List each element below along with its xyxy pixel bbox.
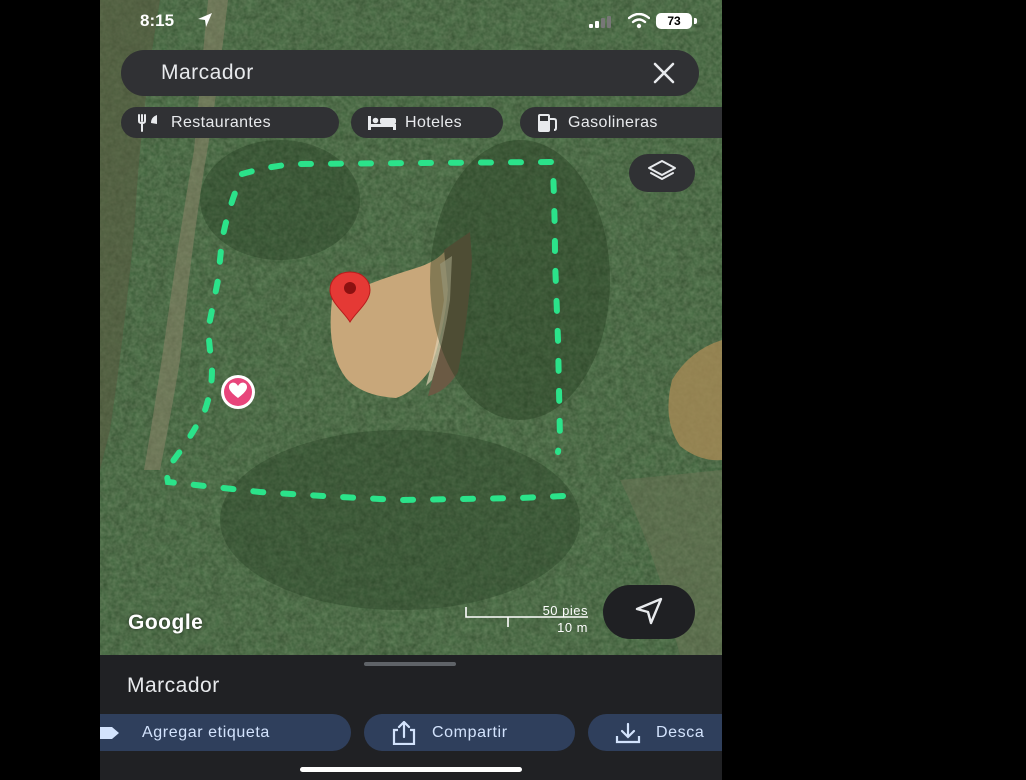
sheet-drag-handle[interactable] (364, 662, 456, 666)
fork-knife-icon (137, 113, 163, 132)
search-query[interactable]: Marcador (161, 61, 254, 85)
wifi-icon (627, 12, 651, 34)
chip-hotels[interactable]: Hoteles (351, 107, 503, 138)
bed-icon (367, 115, 397, 131)
scale-feet: 50 pies (542, 603, 588, 618)
download-button[interactable]: Desca (588, 714, 722, 751)
navigation-arrow-icon (633, 594, 665, 631)
phone-screen: 8:15 73 Marcador Restaurantes Hoteles Ga… (100, 0, 722, 780)
action-label: Desca (656, 723, 705, 741)
google-logo: Google (128, 611, 204, 634)
gas-station-icon (536, 113, 560, 133)
battery-level: 73 (656, 13, 692, 29)
heart-pin-icon[interactable] (221, 375, 255, 409)
chip-label: Restaurantes (171, 113, 271, 131)
bottom-sheet: Marcador Agregar etiqueta Compartir Desc… (100, 655, 722, 780)
chip-label: Gasolineras (568, 113, 658, 131)
status-time: 8:15 (140, 11, 175, 30)
cellular-signal-icon (589, 15, 615, 33)
layers-icon (647, 159, 677, 188)
chip-restaurants[interactable]: Restaurantes (121, 107, 339, 138)
satellite-map[interactable] (100, 0, 722, 655)
search-bar[interactable]: Marcador (121, 50, 699, 96)
action-label: Agregar etiqueta (142, 723, 270, 741)
action-label: Compartir (432, 723, 508, 741)
navigation-button[interactable] (603, 585, 695, 639)
sheet-title: Marcador (127, 674, 220, 697)
label-icon (100, 726, 120, 740)
home-indicator[interactable] (300, 767, 522, 772)
add-label-button[interactable]: Agregar etiqueta (100, 714, 351, 751)
download-icon (614, 722, 642, 744)
map-scale: 50 pies 10 m (464, 603, 590, 635)
map-canvas (100, 0, 722, 655)
chip-gas-stations[interactable]: Gasolineras (520, 107, 722, 138)
battery-icon (694, 18, 697, 24)
location-arrow-icon (197, 12, 213, 33)
layers-button[interactable] (629, 154, 695, 192)
scale-meters: 10 m (557, 620, 588, 635)
close-icon[interactable] (653, 62, 675, 84)
share-button[interactable]: Compartir (364, 714, 575, 751)
share-icon (390, 720, 418, 745)
chip-label: Hoteles (405, 113, 463, 131)
status-bar: 8:15 73 (100, 0, 722, 42)
